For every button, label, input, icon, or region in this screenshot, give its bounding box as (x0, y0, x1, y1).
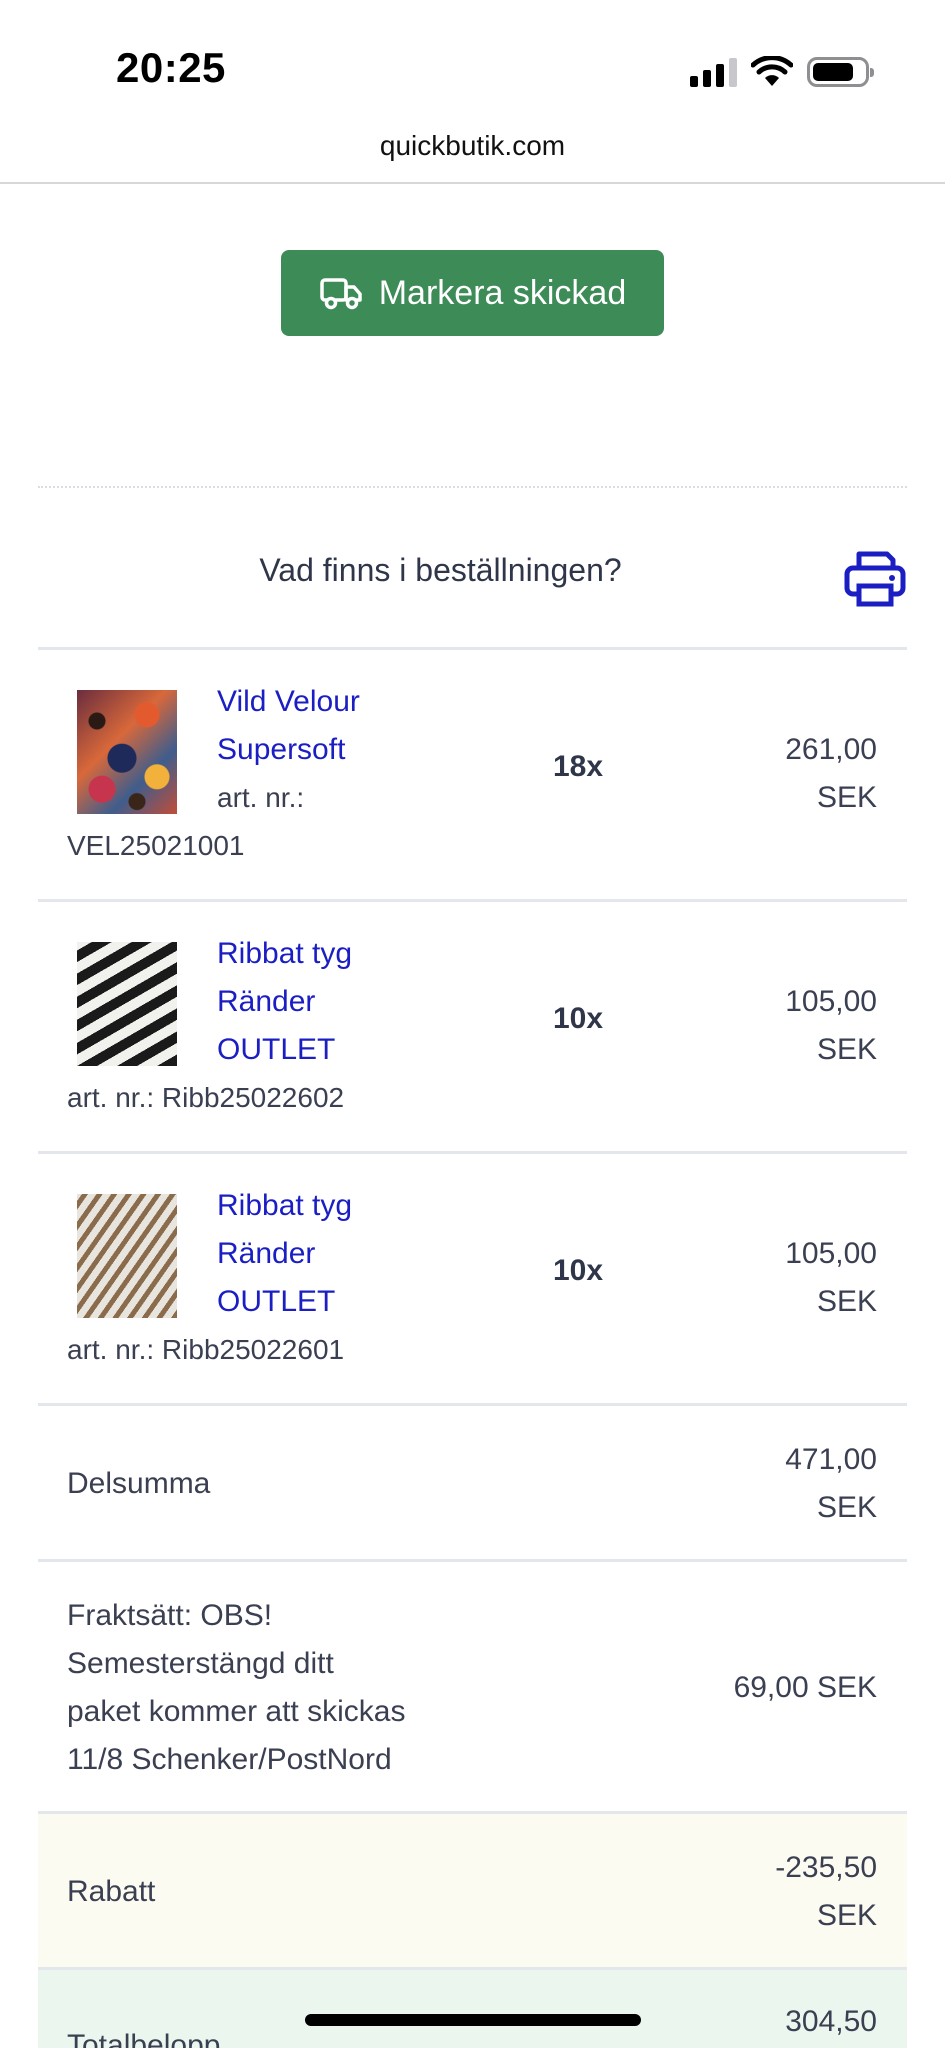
shipping-value: 69,00 SEK (733, 1671, 877, 1704)
order-item: Vild Velour Supersoft art. nr.: VEL25021… (38, 650, 907, 902)
browser-url-bar[interactable]: quickbutik.com (0, 120, 945, 184)
discount-value: -235,50 SEK (775, 1851, 877, 1932)
cellular-signal-icon (690, 57, 737, 87)
truck-icon (319, 278, 362, 310)
item-quantity: 18x (553, 750, 604, 783)
discount-row: Rabatt -235,50 SEK (38, 1814, 907, 1970)
status-bar: 20:25 (0, 0, 945, 120)
order-contents-header: Vad finns i beställningen? (38, 520, 907, 650)
art-nr-label: art. nr.: (217, 782, 305, 813)
section-title: Vad finns i beställningen? (259, 552, 622, 588)
wifi-icon (751, 56, 793, 86)
item-price: 261,00 SEK (785, 733, 877, 814)
product-thumbnail[interactable] (77, 942, 177, 1066)
item-price: 105,00 SEK (785, 985, 877, 1066)
item-price: 105,00 SEK (785, 1237, 877, 1318)
subtotal-row: Delsumma 471,00 SEK (38, 1406, 907, 1562)
art-nr-value: art. nr.: Ribb25022601 (67, 1334, 345, 1365)
battery-icon (807, 57, 874, 87)
printer-icon[interactable] (843, 546, 907, 610)
status-time: 20:25 (116, 44, 226, 91)
discount-label: Rabatt (67, 1875, 156, 1908)
mark-shipped-label: Markera skickad (378, 273, 627, 312)
total-row: Totalbelopp 304,50 (38, 1970, 907, 2048)
product-thumbnail[interactable] (77, 690, 177, 814)
total-value: 304,50 (785, 2005, 877, 2038)
order-item: Ribbat tyg Ränder OUTLET art. nr.: Ribb2… (38, 902, 907, 1154)
shipping-label: Fraktsätt: OBS! Semesterstängd ditt pake… (67, 1599, 406, 1776)
mark-shipped-button[interactable]: Markera skickad (281, 250, 664, 336)
order-item: Ribbat tyg Ränder OUTLET art. nr.: Ribb2… (38, 1154, 907, 1406)
product-thumbnail[interactable] (77, 1194, 177, 1318)
subtotal-label: Delsumma (67, 1467, 211, 1500)
art-nr-value: art. nr.: Ribb25022602 (67, 1082, 345, 1113)
shipping-row: Fraktsätt: OBS! Semesterstängd ditt pake… (38, 1562, 907, 1814)
home-indicator[interactable] (305, 2014, 641, 2026)
url-text: quickbutik.com (379, 130, 566, 161)
product-name-link[interactable]: Ribbat tyg Ränder OUTLET (217, 930, 417, 1074)
total-label: Totalbelopp (67, 2029, 221, 2048)
section-divider (38, 486, 907, 488)
art-nr-value: VEL25021001 (67, 830, 245, 861)
status-icons (690, 52, 874, 92)
subtotal-value: 471,00 SEK (785, 1443, 877, 1524)
item-quantity: 10x (553, 1254, 604, 1287)
item-quantity: 10x (553, 1002, 604, 1035)
product-name-link[interactable]: Vild Velour Supersoft (217, 678, 417, 774)
product-name-link[interactable]: Ribbat tyg Ränder OUTLET (217, 1182, 417, 1326)
